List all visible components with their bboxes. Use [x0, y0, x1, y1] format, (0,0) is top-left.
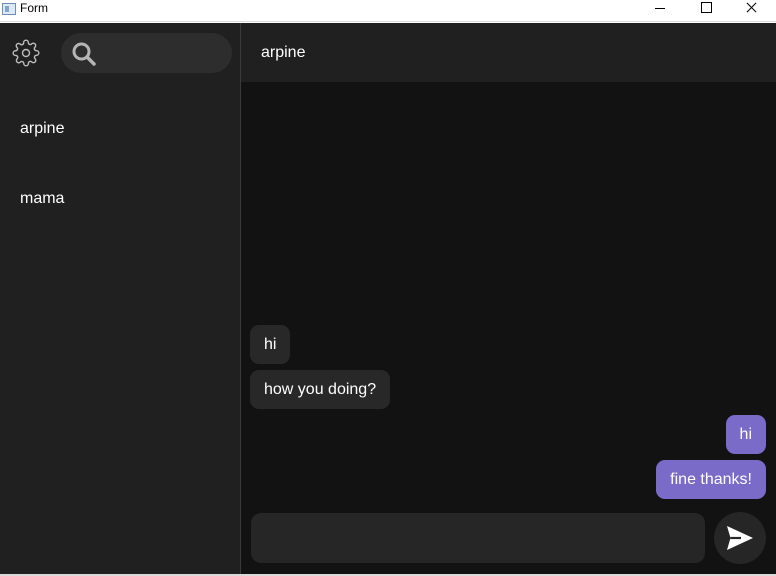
- settings-button[interactable]: [12, 39, 40, 67]
- search-icon: [72, 42, 96, 66]
- message-input[interactable]: [251, 513, 705, 563]
- contact-item-mama[interactable]: mama: [20, 190, 64, 208]
- chat-header: arpine: [241, 23, 776, 82]
- chat-title: arpine: [261, 44, 306, 61]
- message-incoming: how you doing?: [250, 370, 391, 409]
- message-outgoing: fine thanks!: [656, 460, 766, 499]
- app-icon: [2, 3, 16, 15]
- send-button[interactable]: [714, 512, 766, 564]
- chat-area: hi how you doing? hi fine thanks!: [241, 82, 776, 574]
- message-incoming: hi: [250, 325, 291, 364]
- gear-icon: [12, 39, 40, 67]
- contact-item-arpine[interactable]: arpine: [20, 120, 64, 138]
- close-button[interactable]: [729, 0, 775, 22]
- send-icon: [727, 526, 753, 550]
- title-bar: Form: [0, 0, 776, 22]
- sidebar: arpine mama: [0, 23, 240, 574]
- window-title: Form: [20, 1, 48, 15]
- maximize-button[interactable]: [683, 0, 729, 22]
- search-input[interactable]: [61, 33, 232, 73]
- message-outgoing: hi: [725, 415, 766, 454]
- minimize-button[interactable]: [637, 0, 683, 22]
